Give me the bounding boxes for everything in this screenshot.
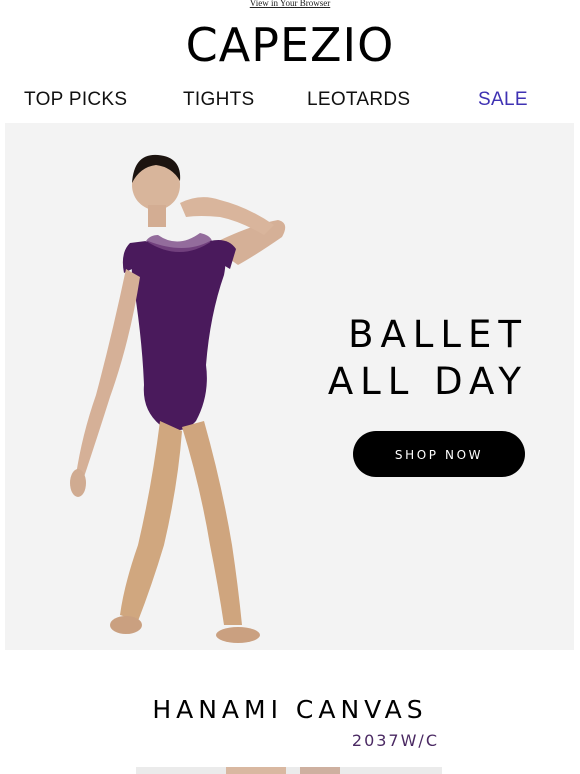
nav-item-leotards[interactable]: LEOTARDS <box>307 88 410 112</box>
leotard-shape <box>131 241 226 431</box>
next-image-detail <box>300 767 340 774</box>
product-name[interactable]: HANAMI CANVAS <box>0 694 580 726</box>
nav-item-tights[interactable]: TIGHTS <box>183 88 254 112</box>
hero-banner[interactable]: BALLET ALL DAY SHOP NOW <box>5 123 574 650</box>
hero-headline-line2: ALL DAY <box>327 360 528 403</box>
hero-headline-line1: BALLET <box>348 313 528 356</box>
main-nav: TOP PICKS TIGHTS LEOTARDS SALE <box>0 88 580 114</box>
dancer-photo <box>70 154 286 643</box>
nav-item-sale[interactable]: SALE <box>478 88 528 112</box>
next-product-image[interactable] <box>136 767 442 774</box>
shop-now-button[interactable]: SHOP NOW <box>353 431 525 477</box>
product-sku: 2037W/C <box>351 731 439 750</box>
next-image-detail <box>226 767 286 774</box>
hero-headline: BALLET ALL DAY <box>328 311 528 405</box>
email-page: View in Your Browser CAPEZIO TOP PICKS T… <box>0 0 580 774</box>
view-in-browser-link[interactable]: View in Your Browser <box>0 0 580 8</box>
brand-logo[interactable]: CAPEZIO <box>0 18 580 72</box>
nav-item-top-picks[interactable]: TOP PICKS <box>24 88 127 112</box>
